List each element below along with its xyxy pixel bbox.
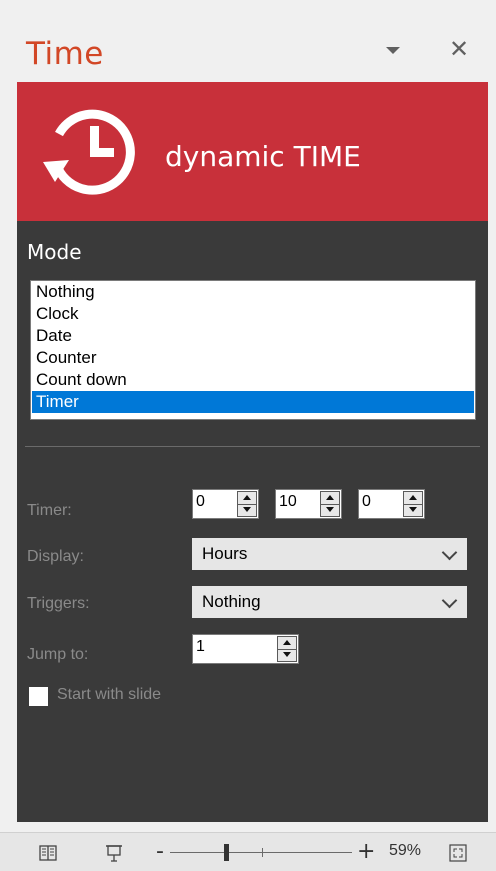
mode-listbox[interactable]: Nothing Clock Date Counter Count down Ti… (30, 280, 476, 420)
start-with-slide-label[interactable]: Start with slide (57, 686, 161, 704)
book-icon[interactable] (38, 843, 58, 863)
chevron-down-icon (441, 544, 458, 561)
mode-option-count-down[interactable]: Count down (32, 369, 474, 391)
slideshow-icon[interactable] (104, 843, 124, 863)
display-dropdown[interactable]: Hours (192, 538, 467, 570)
chevron-down-icon (441, 592, 458, 609)
triggers-dropdown[interactable]: Nothing (192, 586, 467, 618)
status-bar: - + 59% (0, 832, 496, 871)
timer-minutes-value[interactable]: 10 (279, 493, 297, 511)
timer-minutes-spin-buttons (320, 491, 340, 517)
mode-option-nothing[interactable]: Nothing (32, 281, 474, 303)
zoom-level[interactable]: 59% (389, 842, 421, 860)
jump-to-value[interactable]: 1 (196, 638, 205, 656)
jump-to-label: Jump to: (27, 646, 89, 663)
divider (25, 446, 480, 447)
banner-title: dynamic TIME (165, 140, 361, 173)
timer-hours-spinner[interactable]: 0 (192, 489, 259, 519)
spin-down-button[interactable] (278, 649, 296, 661)
zoom-out-button[interactable]: - (156, 839, 164, 864)
pane-title: Time (26, 36, 104, 72)
mode-option-counter[interactable]: Counter (32, 347, 474, 369)
zoom-slider-track[interactable] (170, 852, 352, 853)
timer-seconds-spin-buttons (403, 491, 423, 517)
jump-to-spin-buttons (277, 636, 297, 662)
timer-seconds-value[interactable]: 0 (362, 493, 371, 511)
timer-seconds-spinner[interactable]: 0 (358, 489, 425, 519)
timer-minutes-spinner[interactable]: 10 (275, 489, 342, 519)
jump-to-spinner[interactable]: 1 (192, 634, 299, 664)
mode-label: Mode (27, 240, 82, 264)
zoom-slider-thumb[interactable] (224, 844, 229, 861)
spin-down-button[interactable] (404, 504, 422, 516)
spin-down-button[interactable] (321, 504, 339, 516)
display-value: Hours (202, 544, 248, 563)
start-with-slide-checkbox[interactable] (29, 687, 48, 706)
triggers-value: Nothing (202, 592, 261, 611)
fit-to-window-icon[interactable] (448, 843, 468, 863)
time-task-pane: Time ✕ dynamic TIME Mode Nothing Clock D… (0, 0, 496, 832)
zoom-in-button[interactable]: + (357, 839, 375, 864)
mode-option-timer[interactable]: Timer (32, 391, 474, 413)
zoom-slider-center-mark (262, 848, 263, 857)
timer-hours-spin-buttons (237, 491, 257, 517)
dynamic-time-banner: dynamic TIME (17, 82, 488, 221)
clock-refresh-icon (43, 109, 135, 195)
spin-down-button[interactable] (238, 504, 256, 516)
chevron-down-icon[interactable] (382, 40, 404, 62)
mode-option-date[interactable]: Date (32, 325, 474, 347)
timer-hours-value[interactable]: 0 (196, 493, 205, 511)
close-icon[interactable]: ✕ (446, 36, 472, 62)
display-label: Display: (27, 548, 84, 565)
mode-option-clock[interactable]: Clock (32, 303, 474, 325)
timer-label: Timer: (27, 502, 72, 519)
triggers-label: Triggers: (27, 595, 90, 612)
addin-panel: dynamic TIME Mode Nothing Clock Date Cou… (17, 82, 488, 822)
